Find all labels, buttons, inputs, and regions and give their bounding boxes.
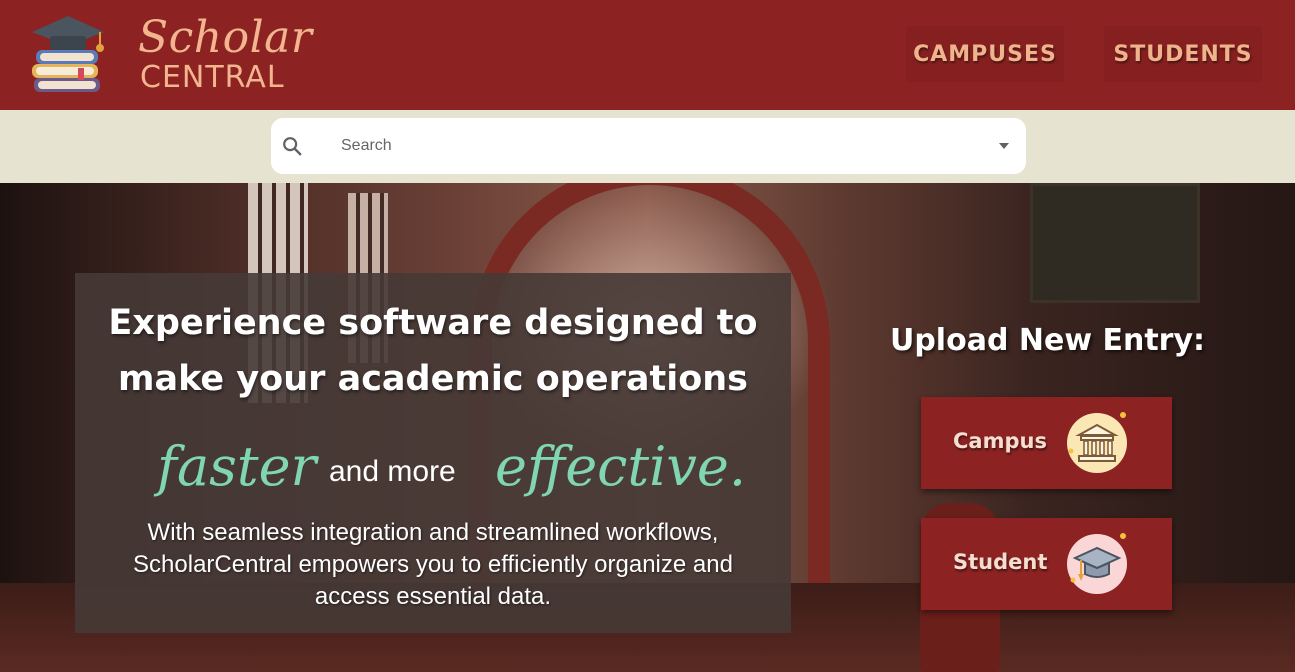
hero-heading-line2: make your academic operations <box>118 359 748 399</box>
hero-section: Experience software designed to make you… <box>0 183 1295 672</box>
hero-heading: Experience software designed to make you… <box>75 295 791 407</box>
chevron-down-icon[interactable] <box>998 142 1010 150</box>
tagline-effective: effective. <box>495 435 747 498</box>
search-band <box>0 110 1295 183</box>
search-input[interactable] <box>341 128 981 164</box>
student-cap-icon <box>1067 533 1127 594</box>
header: Scholar CENTRAL CAMPUSES STUDENTS <box>0 0 1295 110</box>
upload-campus-label: Campus <box>953 429 1047 453</box>
search-icon[interactable] <box>281 135 303 157</box>
upload-campus-button[interactable]: Campus <box>921 397 1172 489</box>
search-box[interactable] <box>271 118 1026 174</box>
upload-student-label: Student <box>953 550 1048 574</box>
brand-name: CENTRAL <box>140 60 285 95</box>
books-graduation-cap-icon <box>32 16 104 92</box>
tagline-faster: faster <box>157 435 317 498</box>
hero-card: Experience software designed to make you… <box>75 273 791 633</box>
campus-building-icon <box>1067 412 1127 473</box>
nav-students[interactable]: STUDENTS <box>1104 26 1262 82</box>
tagline-and-more: and more <box>329 455 456 488</box>
hero-heading-line1: Experience software designed to <box>108 303 758 343</box>
upload-title: Upload New Entry: <box>889 323 1206 358</box>
hero-description: With seamless integration and streamline… <box>133 519 733 610</box>
hero-tagline: faster and more effective. <box>75 423 791 503</box>
nav-campuses[interactable]: CAMPUSES <box>906 26 1064 82</box>
hero-bg-painting <box>1030 183 1200 303</box>
brand-script: Scholar <box>138 12 313 63</box>
upload-student-button[interactable]: Student <box>921 518 1172 610</box>
